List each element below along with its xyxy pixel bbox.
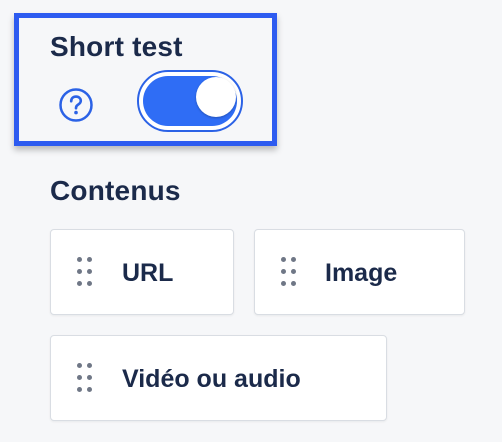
drag-handle-icon[interactable] [77, 257, 93, 287]
short-test-title: Short test [50, 31, 183, 62]
content-item-label: Image [325, 259, 398, 287]
content-item-label: Vidéo ou audio [122, 365, 301, 393]
content-item-video-audio[interactable]: Vidéo ou audio [50, 335, 387, 421]
content-item-url[interactable]: URL [50, 229, 234, 315]
contenus-title: Contenus [50, 175, 181, 206]
content-item-label: URL [122, 259, 174, 287]
content-item-image[interactable]: Image [254, 229, 465, 315]
question-circle-icon[interactable] [58, 87, 94, 123]
toggle-knob[interactable] [196, 77, 236, 117]
drag-handle-icon[interactable] [281, 257, 297, 287]
drag-handle-icon[interactable] [77, 363, 93, 393]
short-test-toggle[interactable] [137, 70, 243, 132]
